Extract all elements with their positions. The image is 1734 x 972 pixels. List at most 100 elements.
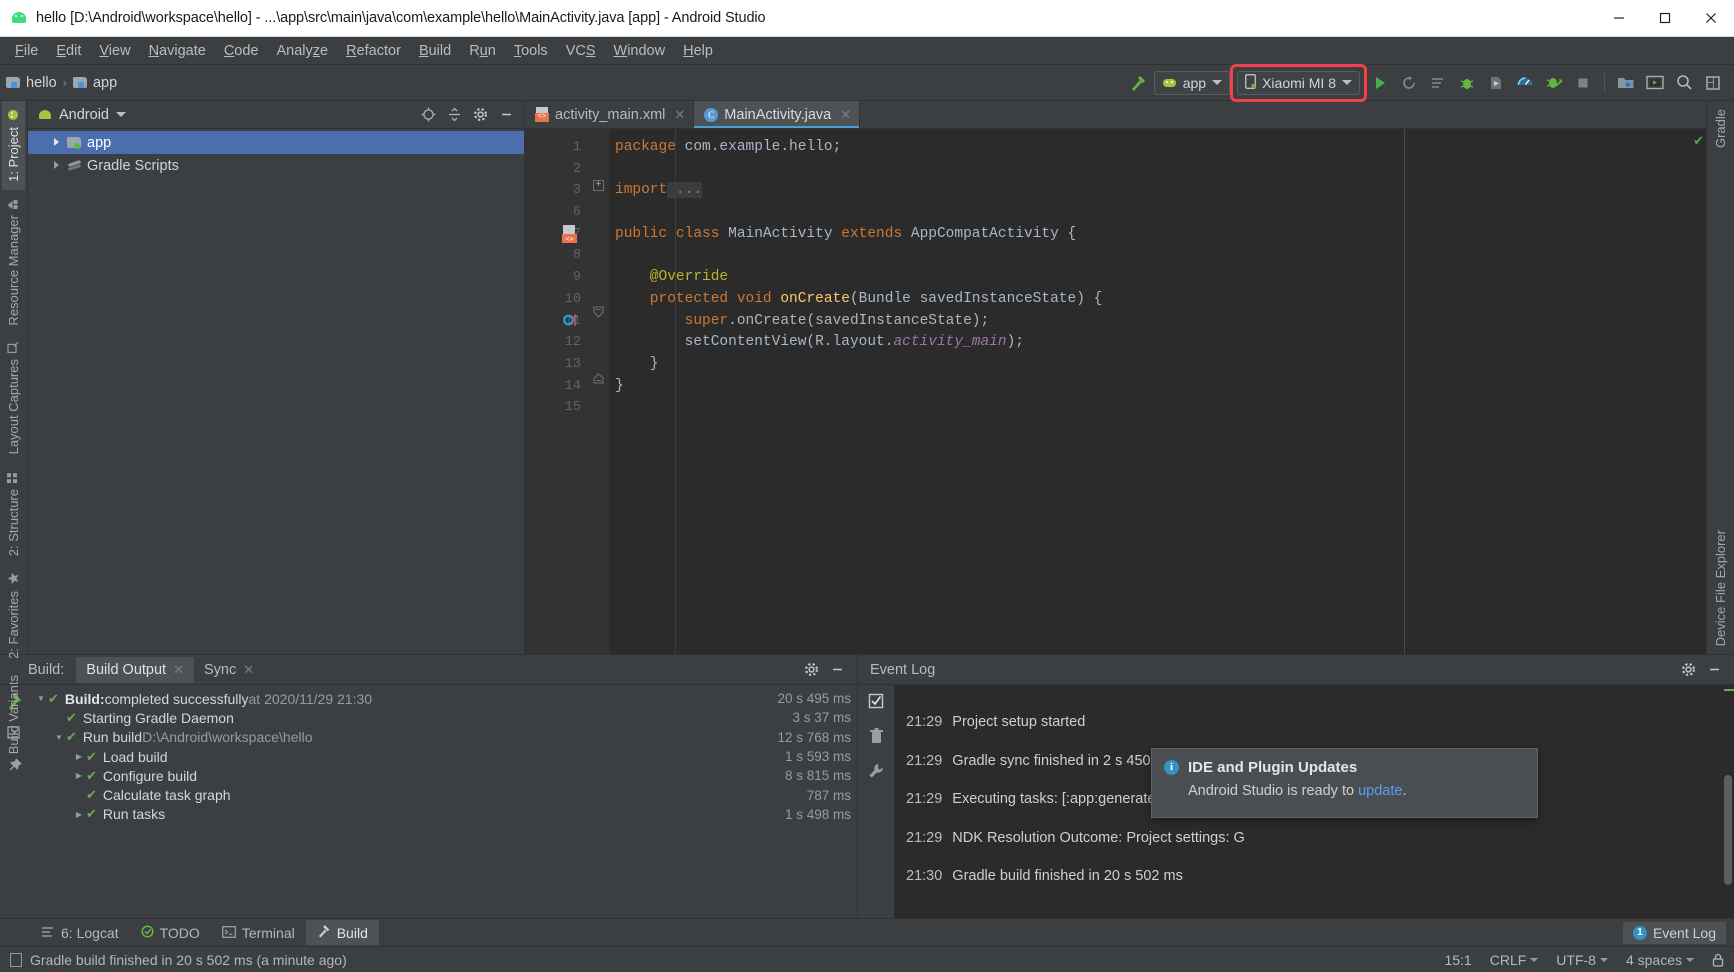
chevron-right-icon[interactable] (52, 137, 62, 148)
close-icon[interactable]: ✕ (173, 662, 184, 678)
fold-collapse-method-icon[interactable] (593, 305, 604, 318)
avd-manager-button[interactable] (1642, 70, 1668, 96)
gear-icon[interactable] (1676, 658, 1700, 682)
code-content[interactable]: package com.example.hello; import ... pu… (609, 129, 1692, 654)
event-log-entry[interactable]: 21:29 Project setup started (894, 703, 1734, 742)
lock-icon[interactable] (1712, 953, 1724, 967)
menu-window[interactable]: Window (605, 38, 675, 64)
class-layout-marker-icon[interactable]: <> (561, 225, 579, 249)
breadcrumb-item-project[interactable]: hello (6, 75, 57, 91)
sidebar-item-structure[interactable]: 2: Structure (2, 463, 25, 564)
sdk-manager-button[interactable] (1613, 70, 1639, 96)
sidebar-item-resource-manager[interactable]: Resource Manager (2, 190, 25, 334)
menu-edit[interactable]: Edit (47, 38, 90, 64)
menu-refactor[interactable]: Refactor (337, 38, 410, 64)
gear-icon[interactable] (799, 658, 823, 682)
menu-navigate[interactable]: Navigate (140, 38, 215, 64)
event-log-scrollbar[interactable] (1724, 775, 1732, 885)
menu-build[interactable]: Build (410, 38, 460, 64)
event-log-status-chip[interactable]: 1 Event Log (1622, 921, 1726, 944)
run-configuration-selector[interactable]: app (1153, 70, 1231, 95)
editor-tab-activity-main-xml[interactable]: activity_main.xml ✕ (525, 101, 695, 128)
bottom-tab-terminal[interactable]: Terminal (211, 921, 306, 945)
hide-event-log-button[interactable] (1702, 658, 1726, 682)
code-editor[interactable]: 1 2 3 6 7 8 9 10 11 12 13 14 15 <> (525, 129, 1706, 654)
build-row-configure-build[interactable]: ▶ ✔ Configure build 8 s 815 ms (30, 766, 857, 785)
tree-node-gradle-scripts[interactable]: Gradle Scripts (28, 154, 524, 177)
fold-collapse-end-icon[interactable] (593, 371, 604, 384)
chevron-down-icon[interactable]: ▼ (52, 733, 66, 742)
chevron-down-icon[interactable]: ▼ (34, 694, 48, 703)
hammer-icon[interactable] (1125, 70, 1151, 96)
run-button[interactable] (1367, 70, 1393, 96)
close-button[interactable] (1688, 0, 1734, 37)
fold-expand-icon[interactable]: + (593, 180, 604, 191)
close-icon[interactable]: ✕ (243, 662, 254, 678)
bottom-tab-todo[interactable]: TODO (130, 921, 211, 945)
editor-fold-column[interactable]: + (589, 129, 609, 654)
chevron-right-icon[interactable] (52, 160, 62, 171)
menu-analyze[interactable]: Analyze (268, 38, 338, 64)
override-method-marker-icon[interactable] (563, 313, 579, 334)
menu-tools[interactable]: Tools (505, 38, 557, 64)
minimize-button[interactable] (1596, 0, 1642, 37)
search-everywhere-button[interactable] (1671, 70, 1697, 96)
select-opened-file-button[interactable] (416, 103, 440, 127)
build-row-starting-gradle-daemon[interactable]: ✔ Starting Gradle Daemon 3 s 37 ms (30, 708, 857, 727)
editor-gutter[interactable]: 1 2 3 6 7 8 9 10 11 12 13 14 15 <> (525, 129, 589, 654)
chevron-right-icon[interactable]: ▶ (72, 810, 86, 819)
sidebar-item-layout-captures[interactable]: Layout Captures (2, 333, 25, 462)
sidebar-item-device-file-explorer[interactable]: Device File Explorer (1709, 522, 1732, 654)
device-selector[interactable]: Xiaomi MI 8 (1237, 70, 1360, 95)
encoding-selector[interactable]: UTF-8 (1556, 952, 1608, 968)
gear-icon[interactable] (468, 103, 492, 127)
collapse-all-button[interactable] (442, 103, 466, 127)
build-output-tab[interactable]: Build Output ✕ (76, 656, 194, 683)
tree-node-app[interactable]: app (28, 131, 524, 154)
mark-all-read-icon[interactable] (868, 693, 884, 714)
maximize-button[interactable] (1642, 0, 1688, 37)
sidebar-item-favorites[interactable]: 2: Favorites (2, 564, 25, 667)
apply-changes-button[interactable] (1396, 70, 1422, 96)
build-row-root[interactable]: ▼ ✔ Build: completed successfully at 202… (30, 689, 857, 708)
hide-build-panel-button[interactable] (825, 658, 849, 682)
bottom-tab-build[interactable]: Build (305, 920, 379, 945)
attach-debugger-button[interactable] (1483, 70, 1509, 96)
run-with-coverage-button[interactable] (1541, 70, 1567, 96)
chevron-right-icon[interactable]: ▶ (72, 752, 86, 761)
menu-view[interactable]: View (90, 38, 139, 64)
update-link[interactable]: update (1358, 783, 1402, 799)
settings-wrench-icon[interactable] (868, 763, 884, 784)
bottom-tab-logcat[interactable]: 6: Logcat (30, 921, 130, 945)
close-icon[interactable]: ✕ (840, 107, 851, 123)
apply-code-changes-button[interactable] (1425, 70, 1451, 96)
event-log-entry[interactable]: 21:30 Gradle build finished in 20 s 502 … (894, 857, 1734, 896)
editor-inspection-gutter[interactable]: ✔ (1692, 129, 1706, 654)
event-log-entry[interactable]: 21:29 NDK Resolution Outcome: Project se… (894, 819, 1734, 858)
menu-run[interactable]: Run (460, 38, 505, 64)
build-row-calculate-task-graph[interactable]: ✔ Calculate task graph 787 ms (30, 785, 857, 804)
sync-tab[interactable]: Sync ✕ (194, 657, 264, 683)
line-separator-selector[interactable]: CRLF (1490, 952, 1539, 968)
layout-inspector-button[interactable] (1700, 70, 1726, 96)
project-view-selector-label[interactable]: Android (59, 107, 109, 123)
hide-panel-button[interactable] (494, 103, 518, 127)
debug-button[interactable] (1454, 70, 1480, 96)
chevron-down-icon[interactable] (115, 112, 126, 117)
editor-tab-mainactivity-java[interactable]: C MainActivity.java ✕ (694, 101, 861, 128)
menu-help[interactable]: Help (674, 38, 722, 64)
sidebar-item-gradle[interactable]: Gradle (1709, 101, 1732, 156)
menu-vcs[interactable]: VCS (557, 38, 605, 64)
breadcrumb-item-module[interactable]: app (72, 75, 117, 91)
build-row-load-build[interactable]: ▶ ✔ Load build 1 s 593 ms (30, 747, 857, 766)
profiler-button[interactable] (1512, 70, 1538, 96)
menu-code[interactable]: Code (215, 38, 268, 64)
notification-popup[interactable]: i IDE and Plugin Updates Android Studio … (1151, 748, 1538, 818)
build-output-tree[interactable]: ▼ ✔ Build: completed successfully at 202… (30, 685, 857, 918)
build-row-run-tasks[interactable]: ▶ ✔ Run tasks 1 s 498 ms (30, 805, 857, 824)
menu-file[interactable]: File (6, 38, 47, 64)
indent-selector[interactable]: 4 spaces (1626, 952, 1694, 968)
sidebar-item-project[interactable]: 1: Project (2, 101, 25, 190)
close-icon[interactable]: ✕ (674, 107, 685, 123)
build-row-run-build[interactable]: ▼ ✔ Run build D:\Android\workspace\hello… (30, 728, 857, 747)
